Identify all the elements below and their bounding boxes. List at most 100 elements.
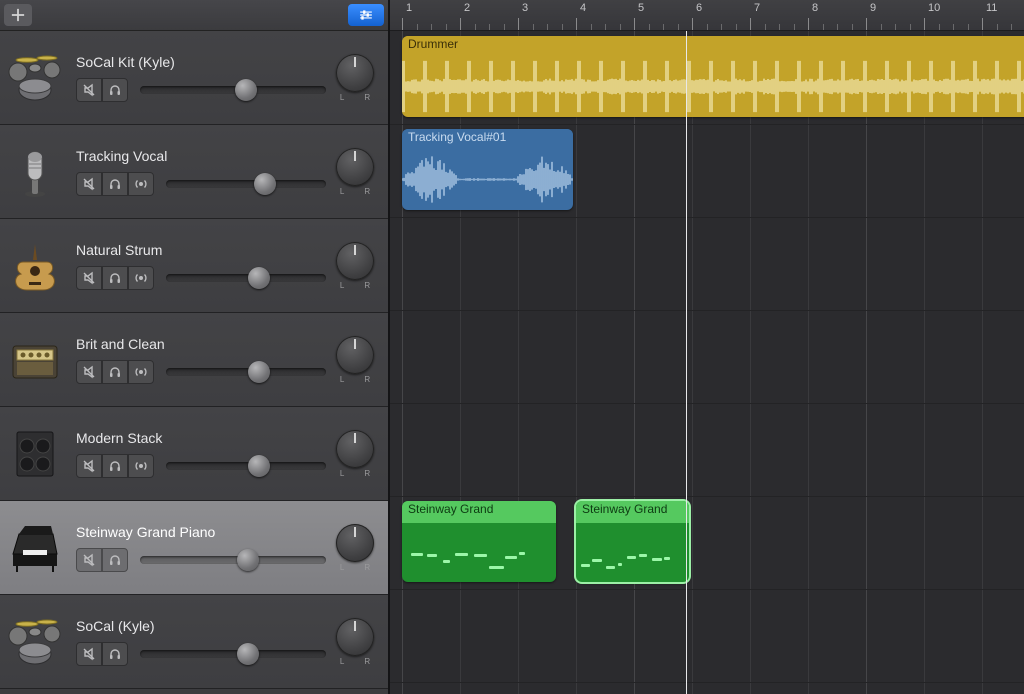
mute-button[interactable] xyxy=(76,360,102,384)
add-track-button[interactable] xyxy=(4,4,32,26)
lane[interactable] xyxy=(390,403,1024,497)
ruler-subtick xyxy=(663,24,664,30)
playhead[interactable] xyxy=(686,31,687,694)
track-row[interactable]: Modern Stack LR xyxy=(0,407,388,501)
track-name[interactable]: Modern Stack xyxy=(76,430,326,446)
track-controls xyxy=(76,78,326,102)
ruler-subtick xyxy=(707,24,708,30)
input-button[interactable] xyxy=(128,360,154,384)
pan-knob[interactable] xyxy=(336,430,374,468)
pan-knob[interactable] xyxy=(336,148,374,186)
lane[interactable] xyxy=(390,589,1024,683)
region[interactable]: Drummer xyxy=(402,36,1024,117)
mute-button[interactable] xyxy=(76,266,102,290)
solo-button[interactable] xyxy=(102,172,128,196)
track-body: Natural Strum xyxy=(76,242,326,290)
volume-thumb[interactable] xyxy=(248,361,270,383)
track-name[interactable]: Brit and Clean xyxy=(76,336,326,352)
track-row[interactable]: SoCal Kit (Kyle)LR xyxy=(0,31,388,125)
ruler-tick xyxy=(982,18,983,30)
filter-settings-button[interactable] xyxy=(348,4,384,26)
volume-slider[interactable] xyxy=(166,180,326,188)
midi-notes xyxy=(580,552,685,572)
pan-knob[interactable] xyxy=(336,336,374,374)
volume-slider[interactable] xyxy=(140,86,326,94)
volume-slider[interactable] xyxy=(140,650,326,658)
track-button-group xyxy=(76,266,154,290)
mute-button[interactable] xyxy=(76,642,102,666)
mute-button[interactable] xyxy=(76,454,102,478)
lane[interactable] xyxy=(390,310,1024,404)
ruler-subtick xyxy=(881,24,882,30)
midi-notes xyxy=(406,552,552,572)
ruler-subtick xyxy=(504,24,505,30)
region[interactable]: Tracking Vocal#01 xyxy=(402,129,573,210)
region[interactable]: Steinway Grand xyxy=(402,501,556,582)
ruler-tick xyxy=(750,18,751,30)
lane[interactable] xyxy=(390,217,1024,311)
solo-button[interactable] xyxy=(102,78,128,102)
track-sidebar: SoCal Kit (Kyle)LRTracking VocalLRNatura… xyxy=(0,0,390,694)
track-name[interactable]: Tracking Vocal xyxy=(76,148,326,164)
volume-thumb[interactable] xyxy=(237,643,259,665)
solo-button[interactable] xyxy=(102,548,128,572)
solo-button[interactable] xyxy=(102,642,128,666)
track-row[interactable]: SoCal (Kyle) LR xyxy=(0,595,388,689)
timeline-ruler[interactable]: 1234567891011 xyxy=(390,0,1024,31)
volume-slider[interactable] xyxy=(166,462,326,470)
volume-thumb[interactable] xyxy=(248,267,270,289)
timeline-lanes[interactable]: Drummer Tracking Vocal#01 Steinway Grand St… xyxy=(390,31,1024,694)
volume-thumb[interactable] xyxy=(254,173,276,195)
region[interactable]: Steinway Grand xyxy=(576,501,689,582)
track-row[interactable]: Brit and CleanLR xyxy=(0,313,388,407)
solo-button[interactable] xyxy=(102,454,128,478)
track-name[interactable]: SoCal Kit (Kyle) xyxy=(76,54,326,70)
track-controls xyxy=(76,266,326,290)
ruler-tick xyxy=(866,18,867,30)
pan-label: LR xyxy=(340,657,370,666)
track-controls xyxy=(76,454,326,478)
solo-button[interactable] xyxy=(102,360,128,384)
pan-control: LR xyxy=(336,618,374,666)
pan-control: LR xyxy=(336,242,374,290)
ruler-subtick xyxy=(431,24,432,30)
ruler-tick xyxy=(460,18,461,30)
track-body: SoCal Kit (Kyle) xyxy=(76,54,326,102)
piano-icon xyxy=(4,517,66,579)
pan-knob[interactable] xyxy=(336,54,374,92)
track-name[interactable]: SoCal (Kyle) xyxy=(76,618,326,634)
waveform xyxy=(402,56,1024,117)
track-name[interactable]: Natural Strum xyxy=(76,242,326,258)
solo-button[interactable] xyxy=(102,266,128,290)
plus-icon xyxy=(11,8,25,22)
volume-thumb[interactable] xyxy=(237,549,259,571)
pan-label: LR xyxy=(340,469,370,478)
volume-slider[interactable] xyxy=(166,274,326,282)
mute-button[interactable] xyxy=(76,172,102,196)
track-name[interactable]: Steinway Grand Piano xyxy=(76,524,326,540)
track-controls xyxy=(76,548,326,572)
track-row[interactable]: Tracking VocalLR xyxy=(0,125,388,219)
track-row[interactable]: Natural Strum LR xyxy=(0,219,388,313)
input-button[interactable] xyxy=(128,266,154,290)
volume-slider[interactable] xyxy=(166,368,326,376)
pan-control: LR xyxy=(336,524,374,572)
pan-knob[interactable] xyxy=(336,524,374,562)
region-label: Steinway Grand xyxy=(576,501,689,523)
mute-button[interactable] xyxy=(76,78,102,102)
pan-knob[interactable] xyxy=(336,242,374,280)
volume-thumb[interactable] xyxy=(235,79,257,101)
volume-thumb[interactable] xyxy=(248,455,270,477)
volume-slider[interactable] xyxy=(140,556,326,564)
ruler-subtick xyxy=(489,24,490,30)
mute-button[interactable] xyxy=(76,548,102,572)
track-controls xyxy=(76,172,326,196)
input-button[interactable] xyxy=(128,454,154,478)
pan-knob[interactable] xyxy=(336,618,374,656)
pan-label: LR xyxy=(340,563,370,572)
ruler-subtick xyxy=(605,24,606,30)
ruler-subtick xyxy=(678,24,679,30)
track-row[interactable]: Steinway Grand Piano LR xyxy=(0,501,388,595)
track-controls xyxy=(76,360,326,384)
input-button[interactable] xyxy=(128,172,154,196)
